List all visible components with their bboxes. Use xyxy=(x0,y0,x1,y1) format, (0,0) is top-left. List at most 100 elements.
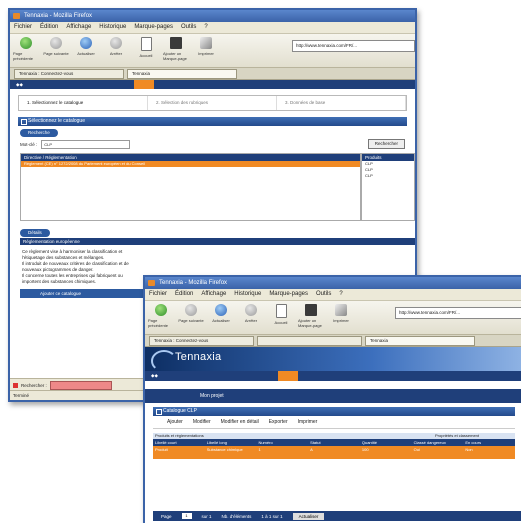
section-header[interactable]: Sélectionnez le catalogue xyxy=(18,117,407,126)
reload-button[interactable]: Actualiser xyxy=(73,37,99,56)
home-label: Accueil xyxy=(274,320,288,325)
pager-page-input[interactable]: 1 xyxy=(181,513,192,519)
table-cell: Oui xyxy=(413,447,420,452)
find-input[interactable] xyxy=(49,380,112,390)
wizard-step-1[interactable]: 1. Sélectionnez le catalogue xyxy=(19,96,148,110)
stop-icon xyxy=(245,304,257,316)
reload-icon xyxy=(80,37,92,49)
stop-icon xyxy=(110,37,122,49)
print-button[interactable]: Imprimer xyxy=(193,37,219,56)
edit-button[interactable]: Modifier xyxy=(193,419,211,425)
forward-arrow-icon xyxy=(50,37,62,49)
tab-blank[interactable] xyxy=(257,335,362,346)
menu-tools[interactable]: Outils xyxy=(316,289,331,300)
menu-view[interactable]: Affichage xyxy=(66,22,91,33)
details-pill-row: Détails xyxy=(10,221,415,237)
stop-label: Arrêter xyxy=(109,51,123,56)
forward-button[interactable]: Page suivante xyxy=(43,37,69,56)
wizard-step-2[interactable]: 2. Sélection des rubriques xyxy=(148,96,277,110)
export-button[interactable]: Exporter xyxy=(269,419,288,425)
menu-bookmarks[interactable]: Marque-pages xyxy=(134,22,173,33)
forward-arrow-icon xyxy=(185,304,197,316)
col-header[interactable]: En cours xyxy=(463,439,515,446)
search-row: Mot-clé : CLP Rechercher xyxy=(10,137,415,151)
bookmark-button[interactable]: Ajouter un Marque-page xyxy=(298,304,324,328)
menu-edit[interactable]: Édition xyxy=(40,22,58,33)
pager: Page 1 sur 1 Nb. d'éléments 1 à 1 sur 1 … xyxy=(153,511,521,521)
page-title: Mon projet xyxy=(145,389,521,403)
table-cell: A xyxy=(310,447,313,452)
pager-refresh-button[interactable]: Actualiser xyxy=(292,512,325,520)
tab-bar: Tennaxia : Connectez-vous Tennaxia xyxy=(145,335,521,347)
collapse-icon xyxy=(21,119,27,125)
col-header[interactable]: Quantité xyxy=(360,439,412,446)
app-nav-brand: ◆◆ xyxy=(151,373,158,378)
search-input[interactable]: CLP xyxy=(41,139,131,149)
details-line: Il concerne toutes les entreprises qui f… xyxy=(22,273,123,284)
col-header[interactable]: Libellé court xyxy=(153,439,205,446)
app-nav-brand: ◆◆ xyxy=(16,81,23,87)
print-label: Imprimer xyxy=(333,318,349,323)
app-nav-active-item[interactable] xyxy=(133,80,154,89)
print-button[interactable]: Imprimer xyxy=(298,419,318,425)
menu-tools[interactable]: Outils xyxy=(181,22,196,33)
menu-help[interactable]: ? xyxy=(339,289,342,300)
details-line: Ce règlement vise à harmoniser la classi… xyxy=(22,249,123,260)
tab-tennaxia[interactable]: Tennaxia xyxy=(365,335,475,346)
section-header[interactable]: Catalogue CLP xyxy=(153,407,515,416)
menu-help[interactable]: ? xyxy=(204,22,207,33)
print-label: Imprimer xyxy=(198,51,214,56)
menu-edit[interactable]: Édition xyxy=(175,289,193,300)
wizard-step-3[interactable]: 3. Données de base xyxy=(277,96,406,110)
col-header[interactable]: Numéro xyxy=(256,439,308,446)
add-catalog-button[interactable]: Ajouter ce catalogue xyxy=(20,289,160,298)
menu-history[interactable]: Historique xyxy=(99,22,126,33)
close-find-icon[interactable] xyxy=(13,382,18,388)
reload-label: Actualiser xyxy=(212,318,230,323)
menu-file[interactable]: Fichier xyxy=(149,289,167,300)
details-tab[interactable]: Détails xyxy=(20,229,50,237)
product-row[interactable]: CLP xyxy=(362,173,414,179)
reload-button[interactable]: Actualiser xyxy=(208,304,234,323)
back-button[interactable]: Page précédente xyxy=(13,37,39,61)
tab-tennaxia[interactable]: Tennaxia xyxy=(127,68,237,79)
menu-file[interactable]: Fichier xyxy=(14,22,32,33)
add-button[interactable]: Ajouter xyxy=(167,419,183,425)
stop-button[interactable]: Arrêter xyxy=(238,304,264,323)
reload-icon xyxy=(215,304,227,316)
search-tab[interactable]: Recherche xyxy=(20,129,58,137)
edit-detail-button[interactable]: Modifier en détail xyxy=(221,419,259,425)
table-cell: 100 xyxy=(361,447,369,452)
grid-row-selected[interactable]: Règlement (CE) n° 1272/2008 du Parlement… xyxy=(21,161,360,167)
col-header[interactable]: Libellé long xyxy=(205,439,257,446)
back-button[interactable]: Page précédente xyxy=(148,304,174,328)
window-title: Tennaxia - Mozilla Firefox xyxy=(24,13,93,19)
reload-label: Actualiser xyxy=(77,51,95,56)
bookmark-button[interactable]: Ajouter un Marque-page xyxy=(163,37,189,61)
table-cell: 1 xyxy=(258,447,261,452)
tab-login[interactable]: Tennaxia : Connectez-vous xyxy=(14,68,124,79)
app-nav-active-item[interactable] xyxy=(277,371,298,381)
print-icon xyxy=(335,304,347,316)
home-button[interactable]: Accueil xyxy=(133,37,159,58)
pager-per-page: Nb. d'éléments xyxy=(221,513,252,519)
tab-login[interactable]: Tennaxia : Connectez-vous xyxy=(149,335,254,346)
home-icon xyxy=(140,37,152,51)
home-icon xyxy=(275,304,287,318)
find-label: Rechercher : xyxy=(21,382,47,388)
col-header[interactable]: Classé dangereux xyxy=(412,439,464,446)
address-bar[interactable]: http://www.tennaxia.com/FR/... xyxy=(395,307,521,319)
home-button[interactable]: Accueil xyxy=(268,304,294,325)
menu-bookmarks[interactable]: Marque-pages xyxy=(269,289,308,300)
search-button[interactable]: Rechercher xyxy=(367,139,405,149)
menu-view[interactable]: Affichage xyxy=(201,289,226,300)
col-header[interactable]: Statut xyxy=(308,439,360,446)
forward-button[interactable]: Page suivante xyxy=(178,304,204,323)
print-button[interactable]: Imprimer xyxy=(328,304,354,323)
address-bar[interactable]: http://www.tennaxia.com/FR/... xyxy=(292,40,415,52)
pager-of: sur 1 xyxy=(201,513,212,519)
menu-history[interactable]: Historique xyxy=(234,289,261,300)
table-row[interactable]: Produit Substance chimique 1 A 100 Oui N… xyxy=(153,446,515,459)
table-cell: Non xyxy=(465,447,473,452)
stop-button[interactable]: Arrêter xyxy=(103,37,129,56)
